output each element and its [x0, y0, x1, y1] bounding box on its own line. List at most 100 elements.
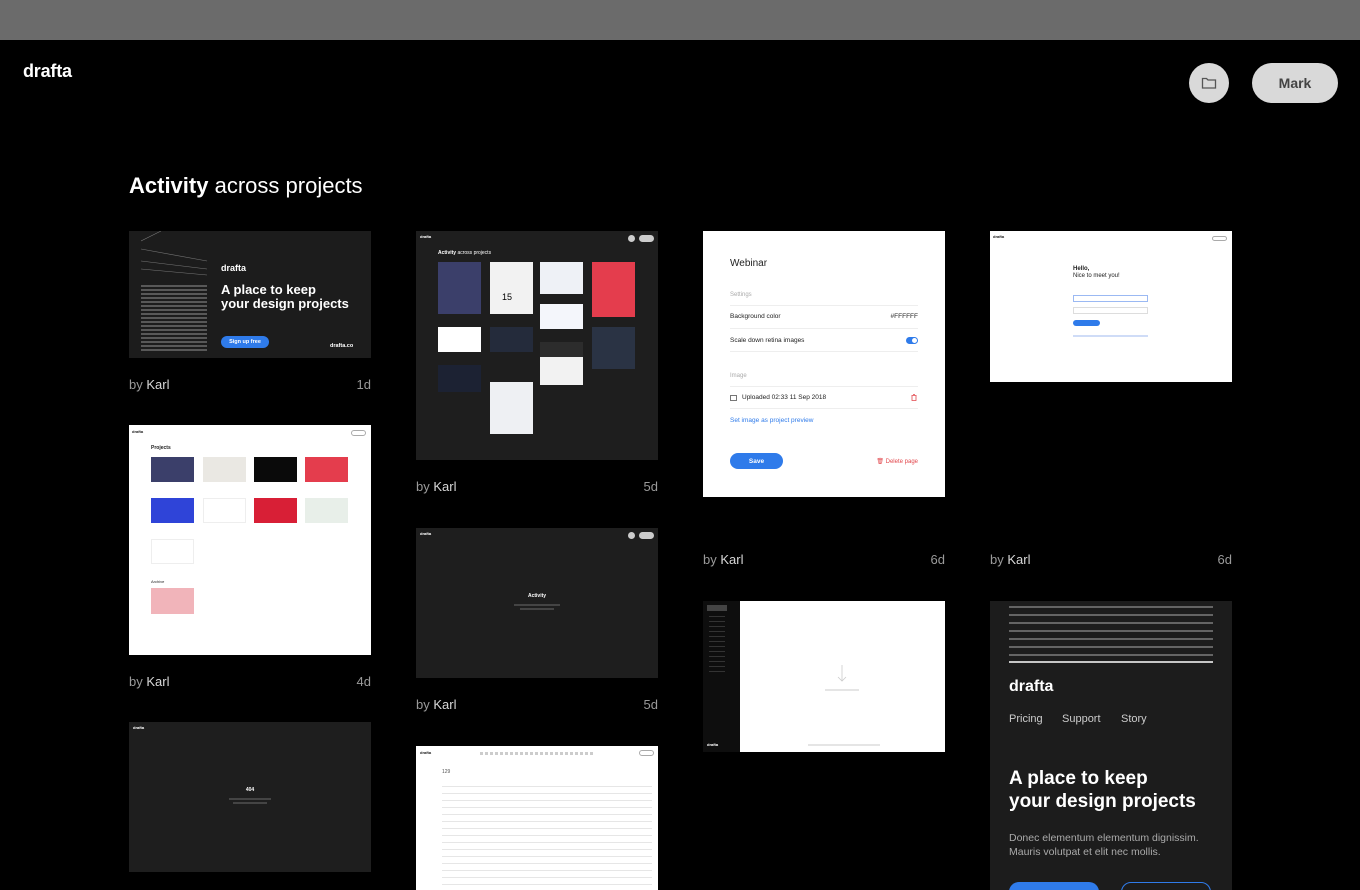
login-top-pill: [1212, 236, 1227, 241]
set-preview-link[interactable]: Set image as project preview: [730, 417, 813, 424]
landing-nav-pricing[interactable]: Pricing: [1009, 713, 1043, 725]
folder-icon: [1201, 77, 1217, 89]
trash-icon[interactable]: [911, 394, 917, 401]
card1-url: drafta.co: [330, 343, 354, 349]
page-title-bold: Activity: [129, 173, 209, 198]
card1-headline-1: A place to keep: [221, 282, 316, 297]
project-thumb[interactable]: [305, 457, 348, 482]
card-author[interactable]: Karl: [1007, 552, 1030, 567]
folder-button[interactable]: [1189, 63, 1229, 103]
upload-drop-area[interactable]: [740, 601, 945, 752]
login-footer-line: [1073, 335, 1148, 337]
activity-card-empty-activity[interactable]: drafta Activity: [416, 528, 658, 678]
card-age: 6d: [930, 552, 945, 567]
card2-thumb: [490, 327, 533, 352]
project-thumb[interactable]: [254, 457, 297, 482]
archived-thumb[interactable]: [151, 588, 194, 614]
empty-title: Activity: [527, 593, 547, 599]
webinar-title: Webinar: [730, 258, 768, 269]
archive-label: Archive: [151, 579, 165, 584]
card-meta: by Karl 5d: [416, 697, 658, 712]
landing-body-1: Donec elementum elementum dignissim.: [1009, 832, 1199, 844]
bg-color-value[interactable]: #FFFFFF: [891, 313, 918, 320]
card-author[interactable]: Karl: [146, 674, 169, 689]
app-logo[interactable]: drafta: [23, 61, 72, 82]
notfound-logo: drafta: [133, 725, 145, 730]
login-submit-button[interactable]: [1073, 320, 1100, 326]
bg-color-label: Background color: [730, 313, 781, 320]
activity-card-landing[interactable]: drafta A place to keep your design proje…: [129, 231, 371, 358]
card2-title: Activity across projects: [438, 250, 492, 256]
project-thumb[interactable]: [151, 539, 194, 564]
card-author[interactable]: Karl: [720, 552, 743, 567]
image-icon: [730, 395, 737, 401]
project-thumb[interactable]: [203, 498, 246, 523]
card2-thumb: [490, 382, 533, 434]
activity-card-login[interactable]: drafta Hello, Nice to meet you!: [990, 231, 1232, 382]
card-author[interactable]: Karl: [433, 479, 456, 494]
activity-card-upload[interactable]: drafta: [703, 601, 945, 752]
card-meta: by Karl 5d: [416, 479, 658, 494]
activity-card-table[interactable]: drafta 129: [416, 746, 658, 890]
table-count: 129: [442, 769, 451, 775]
divider: [730, 408, 918, 409]
project-thumb[interactable]: [151, 498, 194, 523]
card2-logo: drafta: [420, 234, 432, 239]
landing-secondary-button[interactable]: [1121, 882, 1211, 890]
activity-card-projects[interactable]: drafta Projects Archive: [129, 425, 371, 655]
table-rows: [442, 781, 652, 886]
table-user-pill: [639, 750, 654, 756]
landing-nav-support[interactable]: Support: [1062, 713, 1101, 725]
landing-nav-story[interactable]: Story: [1121, 713, 1147, 725]
browser-chrome-bar: [0, 0, 1360, 40]
landing-headline-1: A place to keep: [1009, 768, 1148, 789]
card2-thumb: [540, 342, 583, 357]
table-pagination[interactable]: [480, 752, 594, 755]
landing-primary-button[interactable]: [1009, 882, 1099, 890]
save-button[interactable]: Save: [730, 453, 783, 469]
card-meta-by: by Karl: [416, 697, 457, 712]
empty-user-pill: [639, 532, 654, 539]
card-age: 1d: [356, 377, 371, 392]
divider: [730, 305, 918, 306]
card2-thumb: [540, 304, 583, 329]
retina-toggle[interactable]: [906, 337, 918, 344]
project-thumb[interactable]: [151, 457, 194, 482]
activity-card-webinar[interactable]: Webinar Settings Background color #FFFFF…: [703, 231, 945, 497]
login-field[interactable]: [1073, 295, 1148, 302]
card-author[interactable]: Karl: [433, 697, 456, 712]
user-menu-button[interactable]: Mark: [1252, 63, 1338, 103]
card-meta: by Karl 4d: [129, 674, 371, 689]
upload-sidebar-list: [709, 616, 725, 676]
card-author[interactable]: Karl: [146, 377, 169, 392]
card2-thumb: [438, 327, 481, 352]
card2-thumb: [592, 262, 635, 317]
card-meta-by: by Karl: [129, 674, 170, 689]
card1-logo: drafta: [221, 263, 247, 273]
notfound-text-line: [233, 802, 267, 804]
card2-avatar: [628, 235, 635, 242]
activity-card-activity[interactable]: drafta Activity across projects 15: [416, 231, 658, 460]
uploaded-text: Uploaded 02:33 11 Sep 2018: [742, 394, 827, 401]
login-field[interactable]: [1073, 307, 1148, 314]
project-thumb[interactable]: [203, 457, 246, 482]
empty-description-line: [514, 604, 560, 606]
projects-logo: drafta: [132, 429, 144, 434]
notfound-text-line: [229, 798, 271, 800]
page-title-rest: across projects: [214, 173, 363, 198]
empty-avatar: [628, 532, 635, 539]
upload-sidebar-title: [707, 605, 727, 611]
activity-card-404[interactable]: drafta 404: [129, 722, 371, 872]
card2-thumb: 15: [490, 262, 533, 314]
webinar-settings-label: Settings: [730, 292, 752, 298]
arrow-down-icon: [837, 665, 847, 682]
upload-footer-line: [808, 744, 880, 746]
delete-page-link[interactable]: 🗑 Delete page: [876, 458, 918, 465]
project-thumb[interactable]: [254, 498, 297, 523]
card-age: 4d: [356, 674, 371, 689]
card-meta-by: by Karl: [129, 377, 170, 392]
project-thumb[interactable]: [305, 498, 348, 523]
activity-card-landing-long[interactable]: drafta Pricing Support Story A place to …: [990, 601, 1232, 890]
card-meta: by Karl 1d: [129, 377, 371, 392]
card1-signup-button[interactable]: Sign up free: [221, 336, 269, 348]
